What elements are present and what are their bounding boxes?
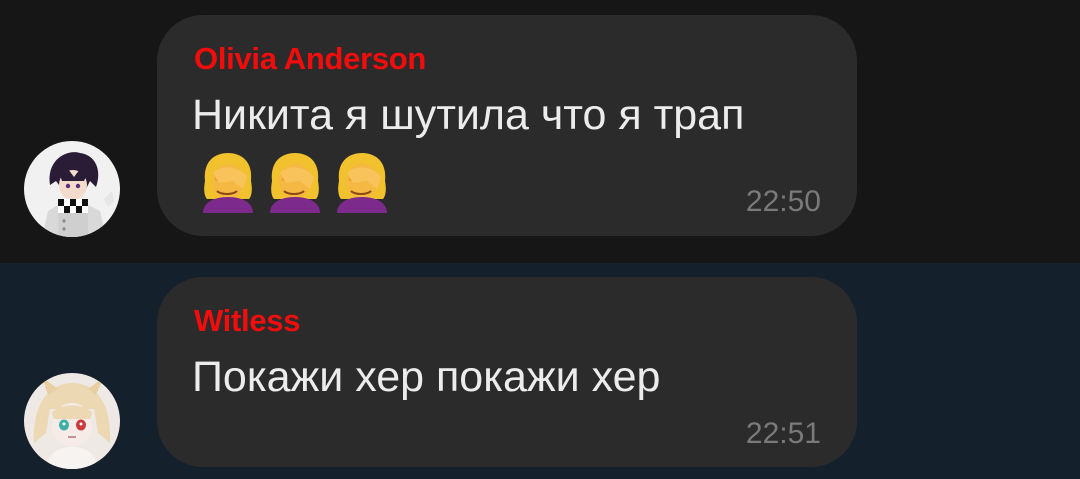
face-palm-woman-icon [266, 151, 324, 215]
message-time: 22:50 [745, 185, 821, 218]
avatar-image-icon [24, 373, 120, 469]
message-time: 22:51 [745, 417, 821, 450]
message-row: Olivia Anderson Никита я шутила что я тр… [0, 0, 1080, 263]
message-bubble[interactable]: Olivia Anderson Никита я шутила что я тр… [157, 15, 857, 236]
face-palm-woman-icon [333, 151, 391, 215]
emoji-group [199, 151, 391, 215]
chat-view: Olivia Anderson Никита я шутила что я тр… [0, 0, 1080, 479]
avatar[interactable] [24, 373, 120, 469]
face-palm-woman-icon [199, 151, 257, 215]
sender-name[interactable]: Witless [194, 303, 300, 339]
message-row: Witless Покажи хер покажи хер 22:51 [0, 263, 1080, 479]
sender-name[interactable]: Olivia Anderson [194, 41, 426, 77]
message-bubble[interactable]: Witless Покажи хер покажи хер 22:51 [157, 277, 857, 467]
message-text: Никита я шутила что я трап [192, 91, 745, 139]
avatar-image-icon [24, 141, 120, 237]
message-text: Покажи хер покажи хер [192, 353, 661, 401]
avatar[interactable] [24, 141, 120, 237]
